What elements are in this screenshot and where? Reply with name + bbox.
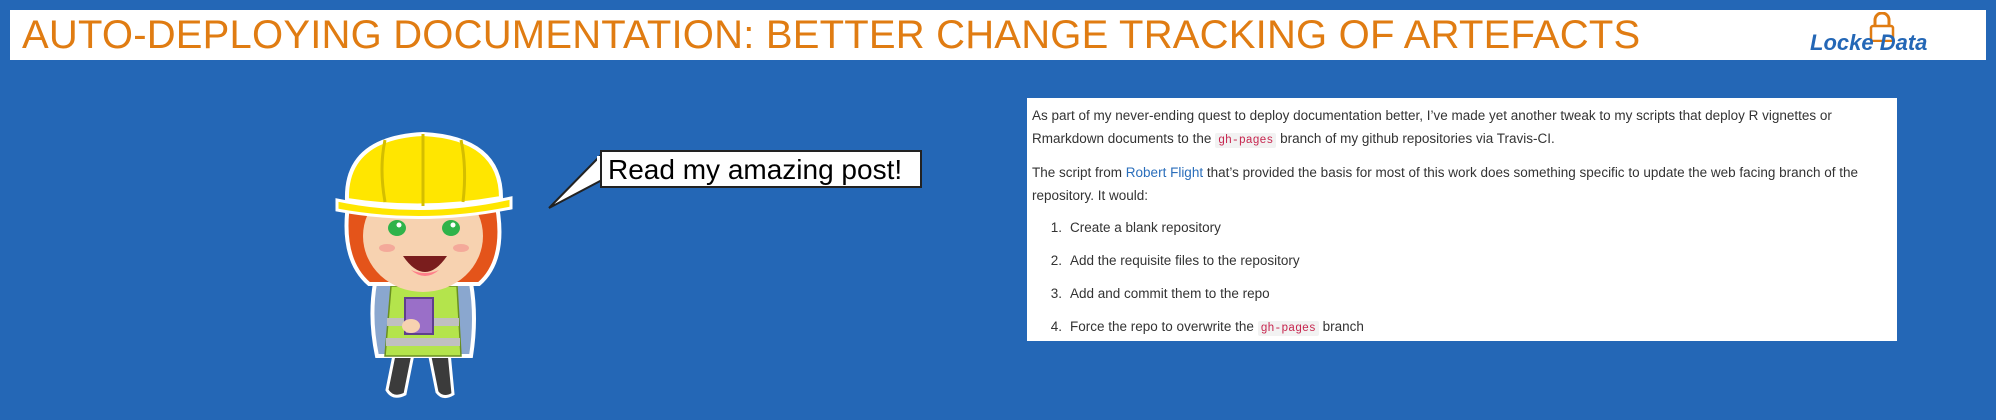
speech-bubble: Read my amazing post!	[600, 150, 922, 188]
list-item: 4. Force the repo to overwrite the gh-pa…	[1032, 315, 1891, 348]
list-number: 4.	[1050, 319, 1062, 334]
speech-bubble-text: Read my amazing post!	[608, 154, 903, 185]
list-item-text-after: branch	[1322, 319, 1364, 334]
list-item: 3. Add and commit them to the repo	[1032, 282, 1891, 315]
list-item-text: Add the requisite files to the repositor…	[1070, 253, 1300, 268]
list-number: 3.	[1050, 286, 1062, 301]
list-item-text: Add and commit them to the repo	[1070, 286, 1270, 301]
inline-code: gh-pages	[1257, 321, 1319, 336]
list-item-text-before: Force the repo to overwrite the	[1070, 319, 1254, 334]
title-bar: AUTO-DEPLOYING DOCUMENTATION: BETTER CHA…	[10, 10, 1986, 60]
post-paragraph-2: The script from Robert Flight that’s pro…	[1032, 161, 1891, 207]
robert-flight-link[interactable]: Robert Flight	[1126, 165, 1203, 180]
page-title: AUTO-DEPLOYING DOCUMENTATION: BETTER CHA…	[22, 13, 1641, 57]
list-item-text: Create a blank repository	[1070, 220, 1221, 235]
inline-code: gh-pages	[1215, 133, 1277, 148]
locke-data-logo[interactable]: Locke Data	[1800, 12, 1940, 58]
list-item: 1. Create a blank repository	[1032, 216, 1891, 249]
list-item-text: Force the repo to overwrite the gh-pages…	[1070, 315, 1364, 340]
post-paragraph-1: As part of my never-ending quest to depl…	[1032, 104, 1891, 152]
paragraph-text: branch of my github repositories via Tra…	[1280, 131, 1555, 146]
speech-bubble-tail	[548, 151, 603, 209]
builder-girl-illustration	[335, 131, 513, 399]
list-item: 2. Add the requisite files to the reposi…	[1032, 249, 1891, 282]
steps-list: 1. Create a blank repository 2. Add the …	[1032, 216, 1891, 348]
blog-post-excerpt: As part of my never-ending quest to depl…	[1027, 98, 1897, 341]
list-number: 1.	[1050, 220, 1062, 235]
list-number: 2.	[1050, 253, 1062, 268]
paragraph-text: The script from	[1032, 165, 1123, 180]
logo-text: Locke Data	[1810, 30, 1928, 55]
